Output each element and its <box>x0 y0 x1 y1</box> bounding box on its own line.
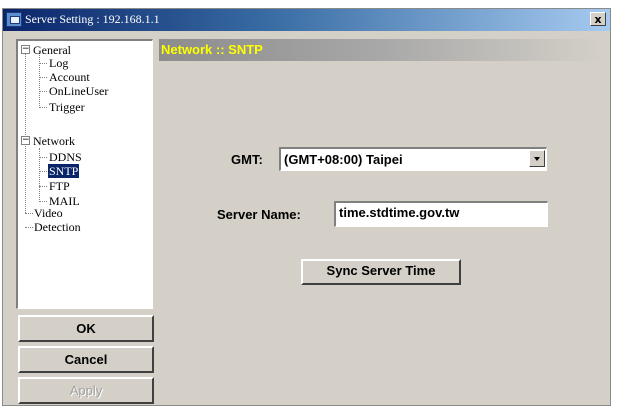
tree-connector <box>39 107 47 108</box>
tree-item-label: Account <box>49 70 90 84</box>
window-title: Server Setting : 192.168.1.1 <box>25 12 160 26</box>
tree-item-label: Network <box>33 134 75 148</box>
tree-item-video[interactable]: Video <box>34 207 63 219</box>
close-button[interactable]: x <box>590 12 606 26</box>
tree-item-detection[interactable]: Detection <box>34 221 81 233</box>
sntp-settings-panel: Network :: SNTP GMT: (GMT+08:00) Taipei … <box>159 39 603 403</box>
tree-item-label: OnLineUser <box>49 84 109 98</box>
tree-root-line <box>25 53 26 213</box>
tree-item-log[interactable]: Log <box>49 57 68 69</box>
gmt-label: GMT: <box>231 152 263 167</box>
tree-general-branch-line <box>39 53 40 108</box>
server-setting-window: Server Setting : 192.168.1.1 x − General… <box>2 8 611 406</box>
tree-connector <box>39 77 47 78</box>
tree-item-label: Video <box>34 206 63 220</box>
tree-item-account[interactable]: Account <box>49 71 90 83</box>
tree-item-label: DDNS <box>49 150 82 164</box>
close-icon: x <box>594 13 602 26</box>
server-name-label: Server Name: <box>217 207 301 222</box>
tree-item-onlineuser[interactable]: OnLineUser <box>49 85 108 97</box>
tree-item-label: Trigger <box>49 100 85 114</box>
title-bar[interactable]: Server Setting : 192.168.1.1 x <box>3 9 610 31</box>
cancel-button[interactable]: Cancel <box>18 346 154 373</box>
tree-item-label: SNTP <box>48 164 80 178</box>
panel-header: Network :: SNTP <box>159 39 603 61</box>
expand-toggle-network-icon[interactable]: − <box>21 136 30 145</box>
tree-item-ddns[interactable]: DDNS <box>49 151 82 163</box>
tree-item-ftp[interactable]: FTP <box>49 180 70 192</box>
expand-toggle-general-icon[interactable]: − <box>21 45 30 54</box>
tree-item-general[interactable]: General <box>33 44 71 56</box>
tree-connector <box>25 227 33 228</box>
tree-item-trigger[interactable]: Trigger <box>49 101 85 113</box>
tree-item-label: Detection <box>34 220 81 234</box>
tree-connector <box>39 91 47 92</box>
gmt-select[interactable]: (GMT+08:00) Taipei <box>279 147 547 171</box>
tree-connector <box>39 201 47 202</box>
panel-title: Network :: SNTP <box>161 42 263 57</box>
chevron-down-icon[interactable] <box>529 150 545 167</box>
tree-connector <box>39 63 47 64</box>
tree-connector <box>25 213 33 214</box>
ok-button[interactable]: OK <box>18 315 154 342</box>
gmt-selected-value: (GMT+08:00) Taipei <box>284 152 403 167</box>
sync-server-time-button[interactable]: Sync Server Time <box>301 259 461 285</box>
tree-item-network[interactable]: Network <box>33 135 75 147</box>
app-icon <box>6 12 22 27</box>
tree-connector <box>39 171 47 172</box>
tree-connector <box>39 186 47 187</box>
tree-item-label: General <box>33 43 71 57</box>
settings-tree: − General Log Account OnLineUser Trigger… <box>16 39 153 309</box>
tree-item-sntp[interactable]: SNTP <box>48 164 80 178</box>
tree-item-label: FTP <box>49 179 70 193</box>
tree-item-label: Log <box>49 56 69 70</box>
apply-button: Apply <box>18 377 154 404</box>
server-name-input[interactable]: time.stdtime.gov.tw <box>334 201 548 227</box>
tree-connector <box>39 157 47 158</box>
